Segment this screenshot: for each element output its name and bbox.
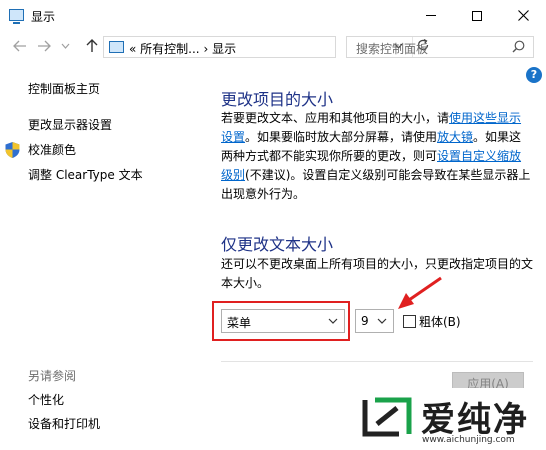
sidebar-item-devices-printers[interactable]: 设备和打印机 <box>28 415 100 432</box>
bold-checkbox[interactable] <box>403 315 416 328</box>
breadcrumb-parent[interactable]: 所有控制... <box>140 42 199 56</box>
sidebar-item-display-settings[interactable]: 更改显示器设置 <box>28 116 112 133</box>
up-button[interactable] <box>84 38 100 54</box>
breadcrumb-overflow[interactable]: « <box>129 42 136 56</box>
sidebar-item-personalization[interactable]: 个性化 <box>28 391 64 408</box>
close-icon <box>517 10 529 21</box>
text-size-description: 还可以不更改桌面上所有项目的大小，只更改指定项目的文本大小。 <box>221 257 534 290</box>
search-icon <box>512 40 525 53</box>
chevron-down-icon <box>377 318 387 324</box>
section-title-change-size: 更改项目的大小 <box>221 90 334 109</box>
sidebar-item-calibrate-color[interactable]: 校准颜色 <box>28 141 76 158</box>
control-panel-icon <box>109 41 124 53</box>
watermark-logo-icon <box>362 397 412 437</box>
breadcrumb-separator: › <box>203 42 209 56</box>
search-input[interactable]: 搜索控制面板 <box>356 40 428 57</box>
font-size-value: 9 <box>361 314 369 328</box>
search-box[interactable]: 搜索控制面板 <box>346 36 534 58</box>
bold-checkbox-label[interactable]: 粗体(B) <box>419 313 461 330</box>
magnifier-link[interactable]: 放大镜 <box>437 130 473 144</box>
back-arrow-icon <box>13 40 26 52</box>
forward-button[interactable] <box>36 38 52 54</box>
help-icon[interactable]: ? <box>526 67 542 83</box>
window-title: 显示 <box>31 10 56 24</box>
highlight-annotation-box <box>212 301 350 341</box>
forward-arrow-icon <box>38 40 51 52</box>
breadcrumb-current[interactable]: 显示 <box>212 42 236 56</box>
back-button[interactable] <box>12 38 28 54</box>
change-size-description: 若要更改文本、应用和其他项目的大小，请使用这些显示设置。如果要临时放大部分屏幕，… <box>221 109 533 204</box>
close-button[interactable] <box>500 0 546 31</box>
minimize-button[interactable] <box>408 0 454 31</box>
sidebar-item-home[interactable]: 控制面板主页 <box>28 80 100 97</box>
address-bar[interactable]: « 所有控制... › 显示 <box>103 36 429 58</box>
recent-locations-button[interactable] <box>59 38 71 54</box>
maximize-icon <box>472 10 482 21</box>
description-text: 。如果要临时放大部分屏幕，请使用 <box>245 130 438 144</box>
navigation-bar: « 所有控制... › 显示 搜索控制面板 <box>0 31 546 61</box>
maximize-button[interactable] <box>454 0 500 31</box>
watermark: 爱纯净 www.aichunjing.com <box>343 388 546 450</box>
description-text: 若要更改文本、应用和其他项目的大小，请 <box>221 111 450 125</box>
shield-icon <box>5 142 20 158</box>
font-size-dropdown[interactable]: 9 <box>355 309 394 333</box>
description-text: (不建议)。设置自定义级别可能会导致在某些显示器上出现意外行为。 <box>221 168 531 201</box>
see-also-heading: 另请参阅 <box>28 369 77 383</box>
up-arrow-icon <box>86 39 98 52</box>
section-title-text-size: 仅更改文本大小 <box>221 235 334 254</box>
chevron-down-icon <box>61 43 69 49</box>
minimize-icon <box>426 15 436 16</box>
divider <box>221 361 533 362</box>
watermark-text: 爱纯净 <box>421 400 529 440</box>
annotation-arrow-icon <box>398 276 442 309</box>
breadcrumb: « 所有控制... › 显示 <box>129 40 236 57</box>
sidebar-item-cleartype[interactable]: 调整 ClearType 文本 <box>28 166 143 183</box>
watermark-url: www.aichunjing.com <box>422 435 515 445</box>
display-icon <box>9 9 24 24</box>
title-bar: 显示 <box>0 0 546 31</box>
